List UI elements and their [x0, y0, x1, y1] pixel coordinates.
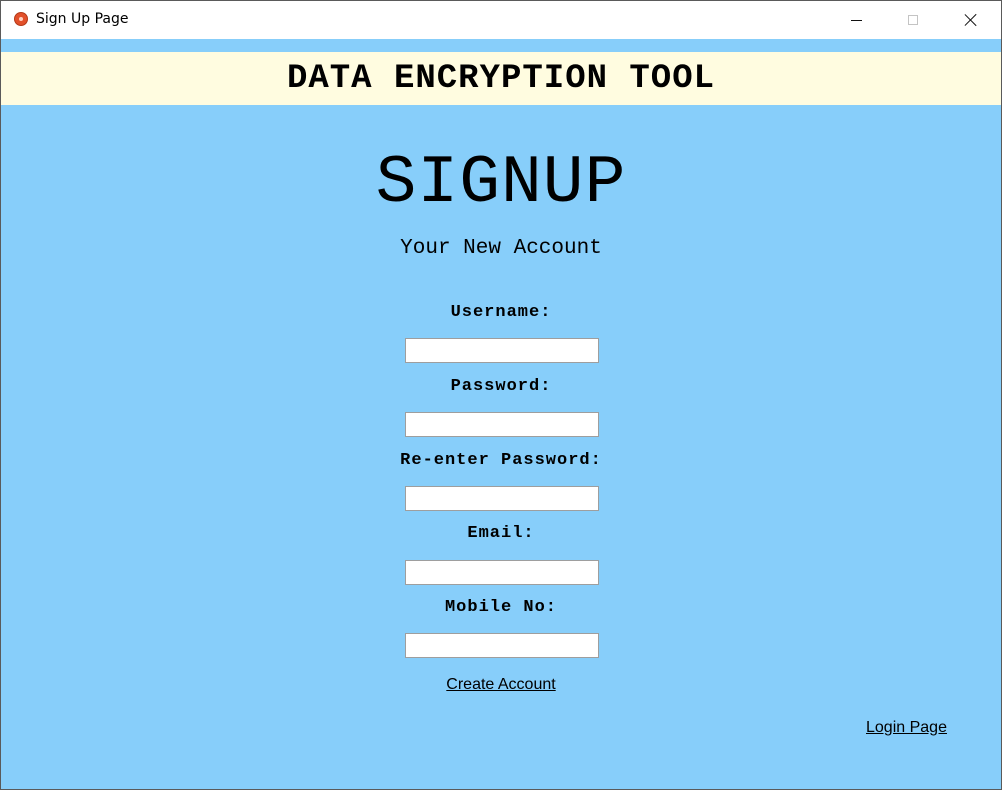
- signup-window: Sign Up Page DATA ENCRYPTION TOOL SIGNUP…: [0, 0, 1002, 790]
- page-subtitle: Your New Account: [400, 237, 602, 260]
- reenter-password-input[interactable]: [405, 486, 599, 511]
- close-icon: [964, 13, 978, 27]
- window-title: Sign Up Page: [36, 11, 129, 27]
- mobile-label: Mobile No:: [444, 598, 558, 617]
- maximize-icon: [908, 15, 918, 25]
- create-account-row: Create Account: [1, 676, 1001, 694]
- email-label: Email:: [467, 524, 535, 543]
- minimize-icon: [850, 19, 862, 21]
- title-bar[interactable]: Sign Up Page: [1, 1, 1001, 39]
- password-input[interactable]: [405, 412, 599, 437]
- password-label: Password:: [450, 377, 552, 396]
- banner-title: DATA ENCRYPTION TOOL: [286, 59, 716, 98]
- create-account-link[interactable]: Create Account: [446, 676, 555, 693]
- close-button[interactable]: [942, 1, 1000, 39]
- username-label: Username:: [450, 303, 552, 322]
- mobile-input[interactable]: [405, 633, 599, 658]
- login-page-link[interactable]: Login Page: [866, 719, 947, 737]
- minimize-button[interactable]: [827, 1, 885, 39]
- email-input[interactable]: [405, 560, 599, 585]
- reenter-password-label: Re-enter Password:: [400, 451, 602, 470]
- username-input[interactable]: [405, 338, 599, 363]
- banner: DATA ENCRYPTION TOOL: [1, 52, 1001, 105]
- app-icon: [14, 12, 28, 26]
- page-title: SIGNUP: [375, 145, 627, 222]
- maximize-button[interactable]: [884, 1, 942, 39]
